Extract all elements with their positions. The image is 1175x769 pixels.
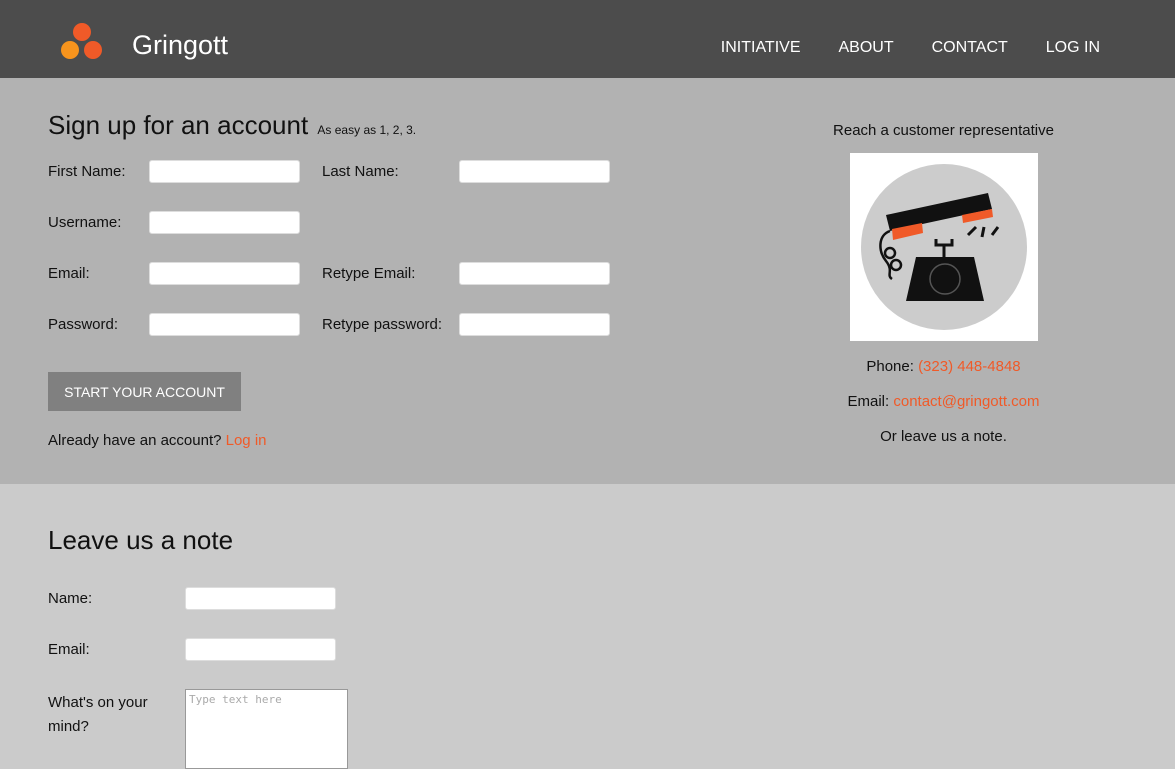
first-name-label: First Name: xyxy=(48,163,126,180)
brand-name[interactable]: Gringott xyxy=(132,30,228,60)
phone-link[interactable]: (323) 448-4848 xyxy=(918,358,1021,375)
mind-label: What's on your mind? xyxy=(48,691,148,739)
main-nav: INITIATIVE ABOUT CONTACT LOG IN xyxy=(721,38,1100,58)
retype-email-label: Retype Email: xyxy=(322,265,416,282)
nav-login[interactable]: LOG IN xyxy=(1046,38,1100,58)
contact-phone: Phone: (323) 448-4848 xyxy=(800,357,1087,377)
email-label-contact: Email: xyxy=(847,393,890,410)
note-name-label: Name: xyxy=(48,590,93,607)
mind-label-line2: mind? xyxy=(48,718,89,735)
username-label: Username: xyxy=(48,214,122,231)
nav-about[interactable]: ABOUT xyxy=(839,38,894,58)
first-name-field[interactable] xyxy=(149,160,300,183)
existing-account-text: Already have an account? xyxy=(48,432,222,449)
three-circles-logo-icon[interactable] xyxy=(59,22,105,62)
password-label: Password: xyxy=(48,316,119,333)
retype-email-field[interactable] xyxy=(459,262,610,285)
note-message-textarea[interactable] xyxy=(185,689,348,769)
telephone-icon xyxy=(850,153,1038,341)
signup-title: Sign up for an account As easy as 1, 2, … xyxy=(48,110,416,145)
signup-title-text: Sign up for an account xyxy=(48,110,309,140)
nav-initiative[interactable]: INITIATIVE xyxy=(721,38,801,58)
password-field[interactable] xyxy=(149,313,300,336)
note-email-label: Email: xyxy=(48,641,90,658)
retype-password-field[interactable] xyxy=(459,313,610,336)
email-link[interactable]: contact@gringott.com xyxy=(893,393,1039,410)
signup-subtitle: As easy as 1, 2, 3. xyxy=(317,123,417,137)
note-title: Leave us a note xyxy=(48,525,234,555)
login-link[interactable]: Log in xyxy=(226,432,267,449)
retype-password-label: Retype password: xyxy=(322,316,443,333)
note-email-field[interactable] xyxy=(185,638,336,661)
username-field[interactable] xyxy=(149,211,300,234)
contact-heading: Reach a customer representative xyxy=(833,122,1054,139)
email-field[interactable] xyxy=(149,262,300,285)
note-name-field[interactable] xyxy=(185,587,336,610)
start-account-button[interactable]: START YOUR ACCOUNT xyxy=(48,372,241,411)
mind-label-line1: What's on your xyxy=(48,694,148,711)
nav-contact[interactable]: CONTACT xyxy=(932,38,1008,58)
site-header: Gringott INITIATIVE ABOUT CONTACT LOG IN xyxy=(0,0,1175,78)
contact-email: Email: contact@gringott.com xyxy=(800,392,1087,412)
last-name-field[interactable] xyxy=(459,160,610,183)
phone-label: Phone: xyxy=(866,358,914,375)
last-name-label: Last Name: xyxy=(322,163,399,180)
existing-account-line: Already have an account? Log in xyxy=(48,431,267,451)
leave-note-text: Or leave us a note. xyxy=(880,428,1007,445)
email-label: Email: xyxy=(48,265,90,282)
